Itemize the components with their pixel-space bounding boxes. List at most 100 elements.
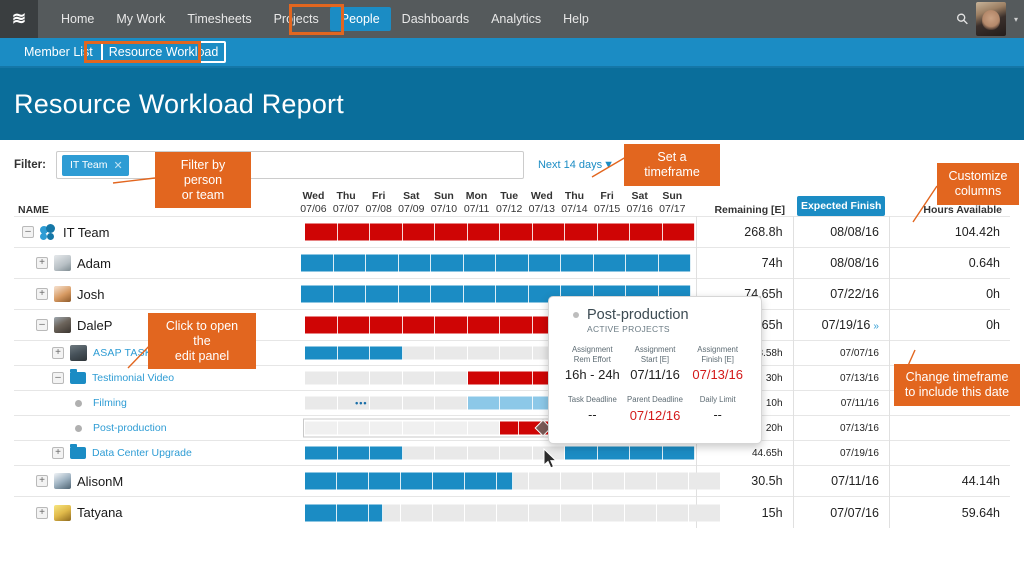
row-label: Josh [77,286,105,302]
filter-chip-label: IT Team [69,159,108,171]
table-row[interactable]: + Tatyana 15h 07/07/16 59.64h [14,496,1010,528]
expand-toggle[interactable]: + [36,506,48,519]
main-nav-items: Home My Work Timesheets Projects People … [50,7,600,31]
close-icon[interactable]: ✕ [114,159,123,172]
chevron-right-icon[interactable]: » [873,321,879,332]
gantt-cell[interactable] [297,441,696,466]
cell-expected-finish: 07/07/16 [792,340,890,366]
row-label[interactable]: Testimonial Video [92,372,174,384]
cell-hours-available: 44.14h [888,465,1010,497]
popup-subtitle: ACTIVE PROJECTS [587,324,670,334]
gantt-track[interactable] [305,223,721,241]
row-name-cell-alisonm[interactable]: + AlisonM [14,466,297,497]
popup-key-line2: Rem Effort [573,354,611,364]
expand-toggle[interactable]: + [52,347,64,360]
expand-toggle[interactable]: + [52,447,64,460]
day-header-9: Fri 07/15 [591,190,624,217]
day-header-3: Sat 07/09 [395,190,428,217]
day-dow: Thu [336,190,356,202]
popup-field-value: 16h - 24h [564,367,620,383]
nav-item-help[interactable]: Help [552,7,600,31]
gantt-cell[interactable] [297,248,692,279]
day-date: 07/17 [659,203,686,216]
cell-hours-available: 0.64h [888,247,1010,279]
row-name-cell-testimonial-video[interactable]: – Testimonial Video [14,366,297,391]
nav-item-home[interactable]: Home [50,7,105,31]
day-header-10: Sat 07/16 [623,190,656,217]
gantt-track[interactable] [301,254,725,272]
column-header-expected-finish[interactable]: Expected Finish [797,196,886,217]
timeframe-selector[interactable]: Next 14 days ▼ [538,159,614,171]
row-name-cell-adam[interactable]: + Adam [14,248,297,279]
filter-input[interactable]: IT Team ✕ [55,151,524,179]
day-dow: Sat [403,190,420,202]
app-logo-icon[interactable]: ≋ [0,0,38,38]
day-dow: Fri [371,190,386,202]
row-name-cell-josh[interactable]: + Josh [14,279,297,310]
table-row[interactable]: + Josh 74.65h 07/22/16 0h [14,278,1010,310]
mouse-cursor [543,448,558,469]
popup-field-row-1: Assignment Rem Effort 16h - 24h Assignme… [561,345,749,382]
gantt-track[interactable] [305,472,722,490]
annotation-line-2: columns [954,183,1002,198]
row-name-cell-tatyana[interactable]: + Tatyana [14,497,297,528]
nav-item-analytics[interactable]: Analytics [480,7,552,31]
gantt-cell[interactable] [297,497,722,528]
nav-item-my-work[interactable]: My Work [105,7,176,31]
row-label[interactable]: Post-production [93,422,167,434]
filter-chip-it-team[interactable]: IT Team ✕ [61,154,129,176]
day-date: 07/14 [561,203,588,216]
popup-field-task-deadline: Task Deadline -- [561,395,624,423]
cell-expected-finish: 08/08/16 [792,216,890,248]
gantt-cell[interactable] [297,466,722,497]
user-avatar[interactable] [975,2,1006,36]
expand-toggle[interactable]: – [22,226,34,239]
table-row[interactable]: + AlisonM 30.5h 07/11/16 44.14h [14,465,1010,497]
assignment-detail-popup: Post-production ACTIVE PROJECTS Assignme… [548,296,762,444]
nav-item-timesheets[interactable]: Timesheets [176,7,262,31]
overflow-dots-icon: ••• [355,398,368,409]
subnav-item-resource-workload[interactable]: Resource Workload [100,41,227,63]
annotation-line-1: Customize [948,169,1008,183]
table-row[interactable]: + Adam 74h 08/08/16 0.64h [14,247,1010,279]
annotation-line-1: Filter by person [180,158,226,187]
chevron-down-icon[interactable]: ▾ [1014,15,1018,24]
annotation-line-2: edit panel [174,348,230,363]
row-name-cell-post-production[interactable]: Post-production [14,416,297,441]
expand-toggle[interactable]: + [36,475,48,488]
nav-item-dashboards[interactable]: Dashboards [391,7,480,31]
popup-field-key: Daily Limit [699,395,736,405]
nav-item-people[interactable]: People [329,7,391,31]
gantt-cell[interactable] [297,217,696,248]
row-label: IT Team [63,224,110,240]
popup-key-line1: Assignment [697,345,739,354]
gantt-track[interactable] [305,504,722,521]
gantt-track[interactable] [305,446,721,460]
top-navigation-bar: ≋ Home My Work Timesheets Projects Peopl… [0,0,1024,38]
cell-expected-finish: 07/22/16 [792,278,890,310]
task-dot-icon [75,424,82,432]
expand-toggle[interactable]: + [36,288,48,301]
table-row[interactable]: – Testimonial Video 30h 07/13/16 [14,365,1010,391]
table-row[interactable]: Filming ••• 10h 07/11/16 [14,390,1010,416]
row-name-cell-filming[interactable]: Filming [14,391,297,416]
row-name-cell-data-center-upgrade[interactable]: + Data Center Upgrade [14,441,297,466]
table-row[interactable]: Post-production 20h 07/13/16 [14,415,1010,441]
row-name-cell-it-team[interactable]: – IT Team [14,217,297,248]
nav-item-projects[interactable]: Projects [263,7,330,31]
filter-bar: Filter: IT Team ✕ Next 14 days ▼ [0,140,1024,190]
row-label[interactable]: Data Center Upgrade [92,447,192,459]
row-label[interactable]: Filming [93,397,127,409]
cell-hours-available: 104.42h [888,216,1010,248]
table-row[interactable]: + Data Center Upgrade 44.65h 07/19/16 [14,440,1010,466]
search-icon[interactable]: ⚲ [952,9,973,30]
subnav-item-member-list[interactable]: Member List [16,42,101,62]
expand-toggle[interactable]: – [52,372,64,385]
popup-field-value: -- [713,408,722,423]
day-header-5: Mon 07/11 [460,190,493,217]
cell-expected-finish-dalep[interactable]: 07/19/16» [792,309,890,341]
expand-toggle[interactable]: + [36,257,48,270]
popup-field-rem-effort: Assignment Rem Effort 16h - 24h [561,345,624,382]
expand-toggle[interactable]: – [36,319,48,332]
table-row[interactable]: – IT Team 268.8h 08/08/16 104.42h [14,216,1010,248]
